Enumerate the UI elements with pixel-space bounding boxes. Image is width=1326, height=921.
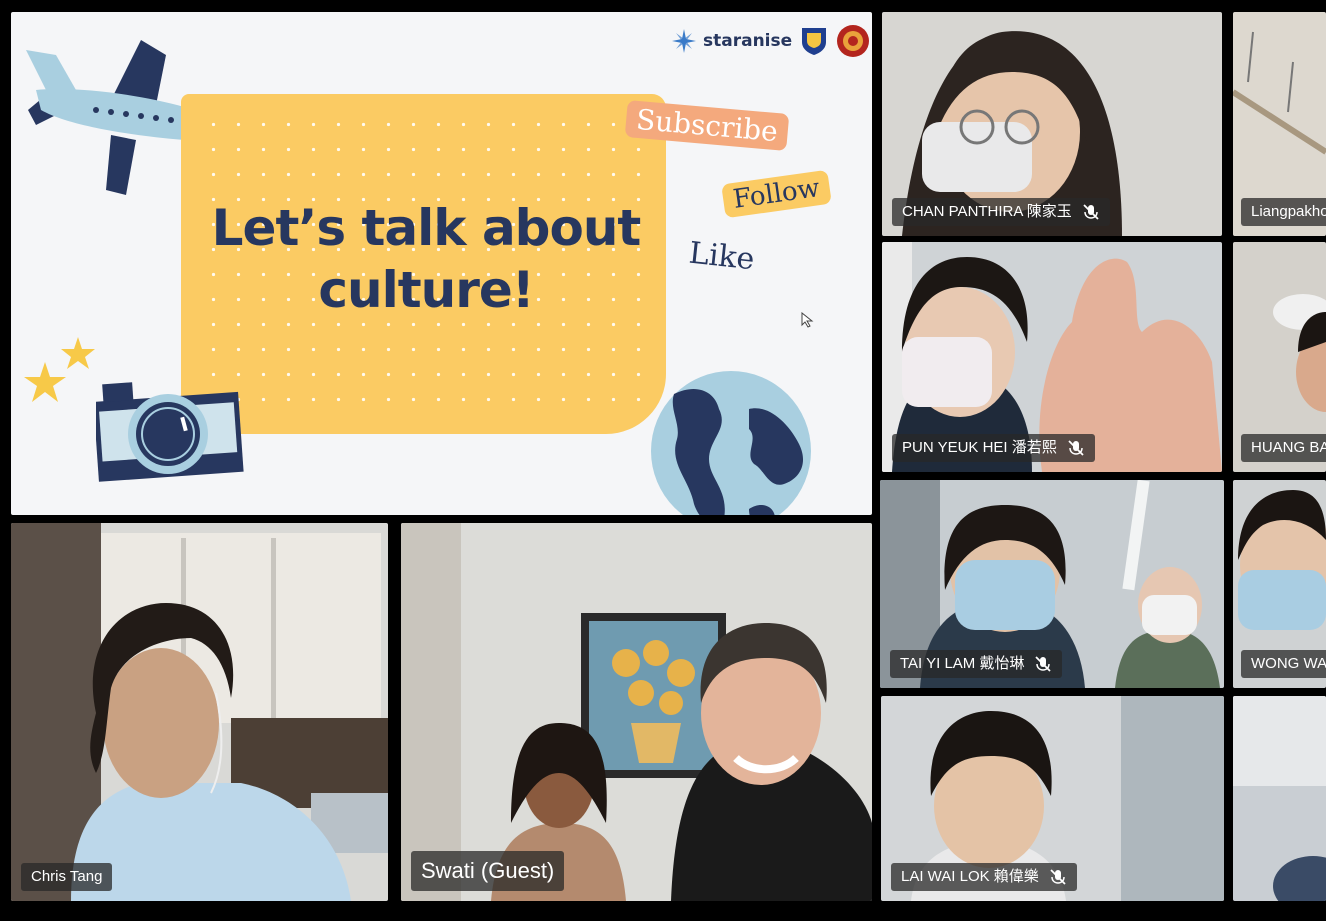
name-label: HUANG BAI	[1251, 439, 1326, 456]
name-label: WONG WAI	[1251, 655, 1326, 672]
follow-sticker: Follow	[721, 169, 832, 219]
shared-screen-slide: staranise Let’s talk about culture! Subs…	[11, 12, 872, 515]
participant-video	[1233, 696, 1326, 901]
brand-name: staranise	[703, 31, 793, 51]
name-label: Liangpakho	[1251, 203, 1326, 220]
name-label: LAI WAI LOK 賴偉樂	[901, 868, 1039, 885]
participant-name-pun: PUN YEUK HEI 潘若熙	[892, 434, 1095, 462]
participant-name-chan: CHAN PANTHIRA 陳家玉	[892, 198, 1110, 226]
video-tile-chris-tang[interactable]: Chris Tang	[11, 523, 388, 901]
staranise-logo-icon	[672, 29, 696, 53]
name-label: PUN YEUK HEI 潘若熙	[902, 439, 1057, 456]
mic-off-icon	[1082, 203, 1100, 221]
video-tile-pun-yeuk-hei[interactable]: PUN YEUK HEI 潘若熙	[882, 242, 1222, 472]
video-tile-tai-yi-lam[interactable]: TAI YI LAM 戴怡琳	[880, 480, 1224, 688]
red-seal-icon	[837, 25, 870, 57]
school-crest-icon	[802, 28, 827, 55]
video-tile-unnamed[interactable]	[1233, 696, 1326, 901]
video-tile-chan-panthira[interactable]: CHAN PANTHIRA 陳家玉	[882, 12, 1222, 236]
room-background	[401, 523, 872, 901]
mic-off-icon	[1034, 655, 1052, 673]
participant-name-swati: Swati (Guest)	[411, 851, 565, 891]
participant-name-wong: WONG WAI	[1241, 650, 1326, 678]
slide-title-line-2: culture!	[318, 261, 534, 319]
mic-off-icon	[1067, 439, 1085, 457]
name-label: Chris Tang	[31, 868, 103, 885]
participant-name-chris: Chris Tang	[21, 863, 113, 891]
participant-name-lai: LAI WAI LOK 賴偉樂	[891, 863, 1077, 891]
video-tile-liangpakho[interactable]: Liangpakho	[1233, 12, 1326, 236]
video-tile-wong-wai[interactable]: WONG WAI	[1233, 480, 1326, 688]
participant-name-liang: Liangpakho	[1241, 198, 1326, 226]
like-sticker: Like	[687, 235, 757, 278]
camera-illustration-icon	[96, 382, 244, 482]
video-tile-lai-wai-lok[interactable]: LAI WAI LOK 賴偉樂	[881, 696, 1224, 901]
mic-off-icon	[1049, 868, 1067, 886]
cursor-icon	[801, 312, 814, 328]
name-label: Swati (Guest)	[421, 858, 555, 883]
video-tile-swati-guest[interactable]: Swati (Guest)	[401, 523, 872, 901]
office-background	[11, 523, 388, 901]
participant-name-huang: HUANG BAI	[1241, 434, 1326, 462]
name-label: TAI YI LAM 戴怡琳	[900, 655, 1025, 672]
participant-name-tai: TAI YI LAM 戴怡琳	[890, 650, 1063, 678]
video-tile-huang-bai[interactable]: HUANG BAI	[1233, 242, 1326, 472]
slide-title-line-1: Let’s talk about	[211, 199, 642, 257]
slide-title: Let’s talk about culture!	[211, 197, 642, 321]
name-label: CHAN PANTHIRA 陳家玉	[902, 203, 1072, 220]
brand-logos: staranise	[671, 24, 870, 58]
globe-illustration-icon	[651, 371, 811, 515]
